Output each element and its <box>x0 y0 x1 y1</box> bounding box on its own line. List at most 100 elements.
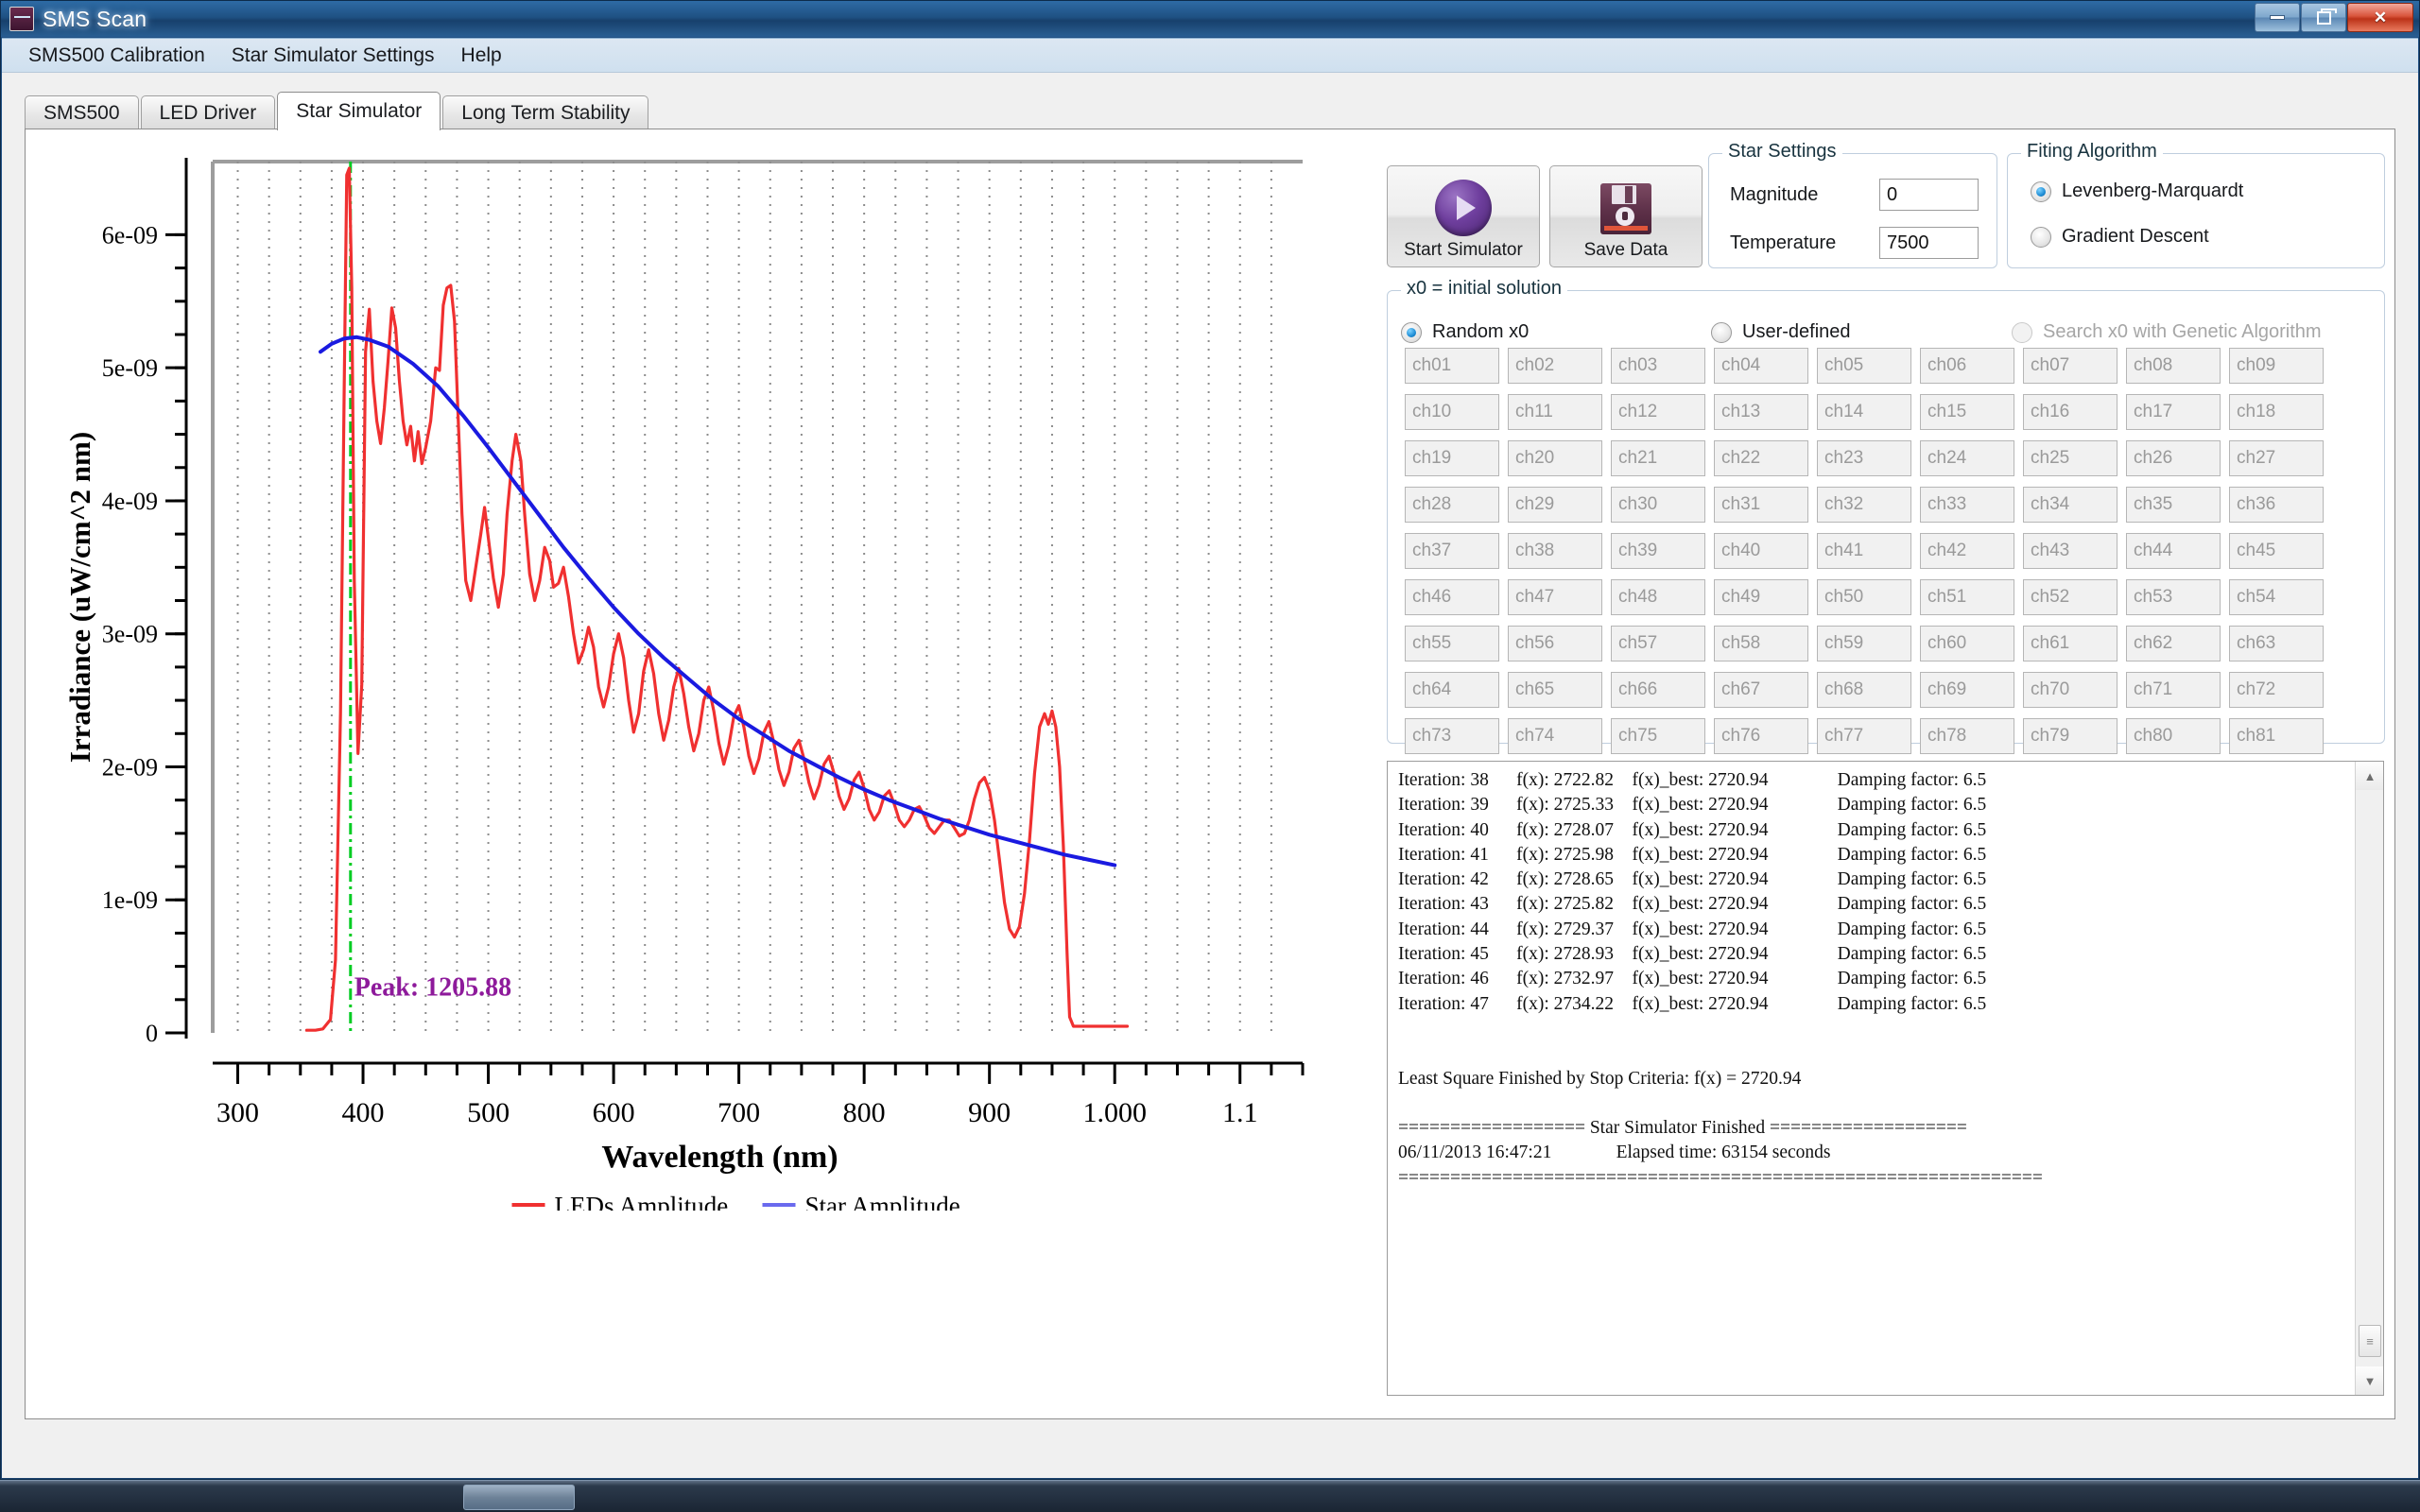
channel-input-ch26[interactable]: ch26 <box>2126 440 2221 476</box>
save-data-button[interactable]: Save Data <box>1549 165 1703 267</box>
channel-input-ch10[interactable]: ch10 <box>1405 394 1499 430</box>
channel-input-ch19[interactable]: ch19 <box>1405 440 1499 476</box>
channel-input-ch18[interactable]: ch18 <box>2229 394 2324 430</box>
channel-input-ch74[interactable]: ch74 <box>1508 718 1602 754</box>
log-output-box[interactable]: Iteration: 38 f(x): 2722.82 f(x)_best: 2… <box>1387 761 2384 1396</box>
start-simulator-button[interactable]: Start Simulator <box>1387 165 1540 267</box>
magnitude-input[interactable]: 0 <box>1879 179 1979 211</box>
channel-input-ch77[interactable]: ch77 <box>1817 718 1911 754</box>
channel-input-ch48[interactable]: ch48 <box>1611 579 1705 615</box>
channel-input-ch80[interactable]: ch80 <box>2126 718 2221 754</box>
channel-input-ch53[interactable]: ch53 <box>2126 579 2221 615</box>
channel-input-ch40[interactable]: ch40 <box>1714 533 1808 569</box>
channel-input-ch51[interactable]: ch51 <box>1920 579 2014 615</box>
channel-input-ch07[interactable]: ch07 <box>2023 348 2118 384</box>
radio-gradient-descent[interactable]: Gradient Descent <box>2031 226 2209 248</box>
channel-input-ch63[interactable]: ch63 <box>2229 626 2324 662</box>
channel-input-ch72[interactable]: ch72 <box>2229 672 2324 708</box>
tab-star-simulator[interactable]: Star Simulator <box>277 92 441 130</box>
channel-input-ch12[interactable]: ch12 <box>1611 394 1705 430</box>
channel-input-ch36[interactable]: ch36 <box>2229 487 2324 523</box>
channel-input-ch28[interactable]: ch28 <box>1405 487 1499 523</box>
channel-input-ch59[interactable]: ch59 <box>1817 626 1911 662</box>
channel-input-ch43[interactable]: ch43 <box>2023 533 2118 569</box>
channel-input-ch64[interactable]: ch64 <box>1405 672 1499 708</box>
menu-item-star-simulator-settings[interactable]: Star Simulator Settings <box>218 41 448 71</box>
channel-input-ch79[interactable]: ch79 <box>2023 718 2118 754</box>
channel-input-ch75[interactable]: ch75 <box>1611 718 1705 754</box>
radio-levenberg-marquardt[interactable]: Levenberg-Marquardt <box>2031 180 2243 202</box>
channel-input-ch49[interactable]: ch49 <box>1714 579 1808 615</box>
channel-input-ch41[interactable]: ch41 <box>1817 533 1911 569</box>
channel-input-ch67[interactable]: ch67 <box>1714 672 1808 708</box>
channel-input-ch68[interactable]: ch68 <box>1817 672 1911 708</box>
scroll-up-icon[interactable]: ▲ <box>2356 762 2383 790</box>
channel-input-ch73[interactable]: ch73 <box>1405 718 1499 754</box>
tab-sms500[interactable]: SMS500 <box>25 95 139 129</box>
channel-input-ch04[interactable]: ch04 <box>1714 348 1808 384</box>
channel-input-ch61[interactable]: ch61 <box>2023 626 2118 662</box>
channel-input-ch37[interactable]: ch37 <box>1405 533 1499 569</box>
channel-input-ch01[interactable]: ch01 <box>1405 348 1499 384</box>
channel-input-ch25[interactable]: ch25 <box>2023 440 2118 476</box>
channel-input-ch57[interactable]: ch57 <box>1611 626 1705 662</box>
channel-input-ch65[interactable]: ch65 <box>1508 672 1602 708</box>
channel-input-ch24[interactable]: ch24 <box>1920 440 2014 476</box>
radio-user-defined[interactable]: User-defined <box>1711 321 1851 343</box>
channel-input-ch70[interactable]: ch70 <box>2023 672 2118 708</box>
channel-input-ch15[interactable]: ch15 <box>1920 394 2014 430</box>
channel-input-ch60[interactable]: ch60 <box>1920 626 2014 662</box>
channel-input-ch54[interactable]: ch54 <box>2229 579 2324 615</box>
channel-input-ch56[interactable]: ch56 <box>1508 626 1602 662</box>
channel-input-ch44[interactable]: ch44 <box>2126 533 2221 569</box>
channel-input-ch33[interactable]: ch33 <box>1920 487 2014 523</box>
scroll-down-icon[interactable]: ▼ <box>2356 1366 2383 1395</box>
channel-input-ch55[interactable]: ch55 <box>1405 626 1499 662</box>
channel-input-ch39[interactable]: ch39 <box>1611 533 1705 569</box>
channel-input-ch29[interactable]: ch29 <box>1508 487 1602 523</box>
channel-input-ch32[interactable]: ch32 <box>1817 487 1911 523</box>
channel-input-ch11[interactable]: ch11 <box>1508 394 1602 430</box>
channel-input-ch42[interactable]: ch42 <box>1920 533 2014 569</box>
taskbar-window-button[interactable] <box>463 1485 575 1510</box>
channel-input-ch69[interactable]: ch69 <box>1920 672 2014 708</box>
channel-input-ch76[interactable]: ch76 <box>1714 718 1808 754</box>
channel-input-ch17[interactable]: ch17 <box>2126 394 2221 430</box>
channel-input-ch52[interactable]: ch52 <box>2023 579 2118 615</box>
channel-input-ch62[interactable]: ch62 <box>2126 626 2221 662</box>
channel-input-ch14[interactable]: ch14 <box>1817 394 1911 430</box>
scroll-thumb[interactable]: ≡ <box>2359 1325 2381 1357</box>
channel-input-ch06[interactable]: ch06 <box>1920 348 2014 384</box>
channel-input-ch66[interactable]: ch66 <box>1611 672 1705 708</box>
channel-input-ch09[interactable]: ch09 <box>2229 348 2324 384</box>
radio-random-x0[interactable]: Random x0 <box>1401 321 1529 343</box>
channel-input-ch20[interactable]: ch20 <box>1508 440 1602 476</box>
channel-input-ch34[interactable]: ch34 <box>2023 487 2118 523</box>
channel-input-ch78[interactable]: ch78 <box>1920 718 2014 754</box>
channel-input-ch08[interactable]: ch08 <box>2126 348 2221 384</box>
log-scrollbar[interactable]: ▲ ≡ ▼ <box>2355 762 2383 1395</box>
channel-input-ch21[interactable]: ch21 <box>1611 440 1705 476</box>
menu-item-help[interactable]: Help <box>448 41 515 71</box>
channel-input-ch16[interactable]: ch16 <box>2023 394 2118 430</box>
menu-item-sms500-calibration[interactable]: SMS500 Calibration <box>15 41 218 71</box>
channel-input-ch31[interactable]: ch31 <box>1714 487 1808 523</box>
channel-input-ch03[interactable]: ch03 <box>1611 348 1705 384</box>
tab-led-driver[interactable]: LED Driver <box>140 95 276 129</box>
maximize-button[interactable] <box>2301 3 2346 32</box>
channel-input-ch45[interactable]: ch45 <box>2229 533 2324 569</box>
tab-long-term-stability[interactable]: Long Term Stability <box>442 95 649 129</box>
channel-input-ch23[interactable]: ch23 <box>1817 440 1911 476</box>
channel-input-ch30[interactable]: ch30 <box>1611 487 1705 523</box>
temperature-input[interactable]: 7500 <box>1879 227 1979 259</box>
channel-input-ch13[interactable]: ch13 <box>1714 394 1808 430</box>
channel-input-ch22[interactable]: ch22 <box>1714 440 1808 476</box>
channel-input-ch50[interactable]: ch50 <box>1817 579 1911 615</box>
channel-input-ch58[interactable]: ch58 <box>1714 626 1808 662</box>
close-button[interactable]: ✕ <box>2347 3 2413 32</box>
channel-input-ch47[interactable]: ch47 <box>1508 579 1602 615</box>
channel-input-ch46[interactable]: ch46 <box>1405 579 1499 615</box>
channel-input-ch02[interactable]: ch02 <box>1508 348 1602 384</box>
minimize-button[interactable] <box>2255 3 2300 32</box>
channel-input-ch38[interactable]: ch38 <box>1508 533 1602 569</box>
